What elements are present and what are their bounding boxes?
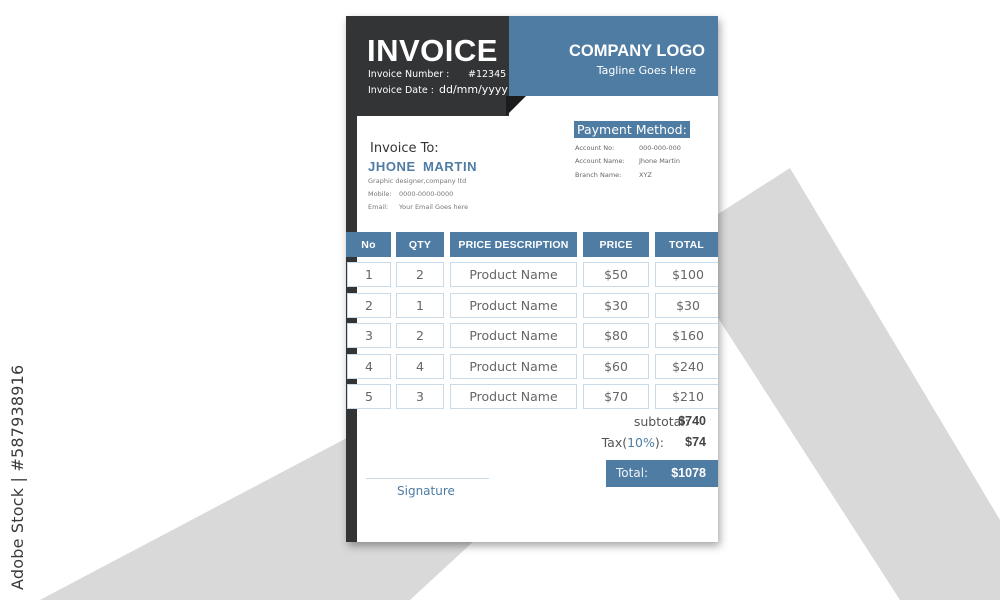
column-header-price: PRICE <box>583 232 649 257</box>
cell-qty: 2 <box>396 323 444 348</box>
invoice-date: Invoice Date : dd/mm/yyyy <box>368 83 508 96</box>
cell-total: $160 <box>655 323 718 348</box>
cell-total: $240 <box>655 354 718 379</box>
bill-to-heading: Invoice To: <box>370 141 439 156</box>
invoice-number-value: #12345 <box>468 69 507 80</box>
column-header-no: No <box>346 232 391 257</box>
subtotal-value: $740 <box>678 414 706 428</box>
tax-label: Tax(10%): <box>574 435 664 450</box>
cell-no: 4 <box>347 354 391 379</box>
signature-label: Signature <box>397 484 455 498</box>
mobile-label: Mobile: <box>368 190 392 198</box>
invoice-number-label: Invoice Number : <box>368 69 450 80</box>
account-name: Account Name: Jhone Martin <box>575 157 705 165</box>
cell-qty: 1 <box>396 293 444 318</box>
account-number: Account No: 000-000-000 <box>575 144 705 152</box>
cell-total: $210 <box>655 384 718 409</box>
total-value: $1078 <box>671 466 706 480</box>
client-name: JHONE MARTIN <box>368 159 478 174</box>
account-name-value: Jhone Martin <box>639 157 680 165</box>
header-notch <box>506 96 526 116</box>
invoice-number: Invoice Number : #12345 <box>368 69 508 80</box>
tax-value: $74 <box>685 435 706 449</box>
company-logo: COMPANY LOGO <box>569 42 705 60</box>
column-header-description: PRICE DESCRIPTION <box>450 232 577 257</box>
branch-name-value: XYZ <box>639 171 652 179</box>
cell-qty: 4 <box>396 354 444 379</box>
company-tagline: Tagline Goes Here <box>596 64 696 77</box>
cell-description: Product Name <box>450 293 577 318</box>
total-label: Total: <box>616 466 649 480</box>
cell-no: 1 <box>347 262 391 287</box>
grand-total-box: Total: $1078 <box>606 460 718 487</box>
payment-method-heading: Payment Method: <box>574 121 690 138</box>
cell-no: 2 <box>347 293 391 318</box>
account-number-value: 000-000-000 <box>639 144 681 152</box>
cell-description: Product Name <box>450 384 577 409</box>
cell-description: Product Name <box>450 354 577 379</box>
invoice-date-label: Invoice Date : <box>368 85 434 96</box>
stock-id-watermark: Adobe Stock | #587938916 <box>8 364 27 590</box>
branch-name-label: Branch Name: <box>575 171 622 179</box>
client-email: Email: Your Email Goes here <box>368 203 468 211</box>
column-header-qty: QTY <box>396 232 444 257</box>
signature-line <box>366 478 489 479</box>
invoice-page: INVOICE Invoice Number : #12345 Invoice … <box>346 16 718 542</box>
cell-price: $80 <box>583 323 649 348</box>
cell-price: $60 <box>583 354 649 379</box>
cell-total: $100 <box>655 262 718 287</box>
invoice-title: INVOICE <box>367 33 498 68</box>
invoice-date-value: dd/mm/yyyy <box>439 83 508 96</box>
cell-total: $30 <box>655 293 718 318</box>
email-value: Your Email Goes here <box>399 203 469 211</box>
row-marker <box>346 411 357 415</box>
mobile-value: 0000-0000-0000 <box>399 190 454 198</box>
client-mobile: Mobile: 0000-0000-0000 <box>368 190 453 198</box>
cell-description: Product Name <box>450 323 577 348</box>
cell-price: $50 <box>583 262 649 287</box>
account-number-label: Account No: <box>575 144 615 152</box>
cell-price: $30 <box>583 293 649 318</box>
tax-rate: 10% <box>627 435 655 450</box>
account-name-label: Account Name: <box>575 157 625 165</box>
cell-no: 3 <box>347 323 391 348</box>
cell-qty: 3 <box>396 384 444 409</box>
cell-price: $70 <box>583 384 649 409</box>
tax-label-prefix: Tax( <box>601 435 628 450</box>
cell-qty: 2 <box>396 262 444 287</box>
column-header-total: TOTAL <box>655 232 718 257</box>
client-role: Graphic designer,company ltd <box>368 177 467 185</box>
email-label: Email: <box>368 203 389 211</box>
branch-name: Branch Name: XYZ <box>575 171 705 179</box>
cell-description: Product Name <box>450 262 577 287</box>
cell-no: 5 <box>347 384 391 409</box>
